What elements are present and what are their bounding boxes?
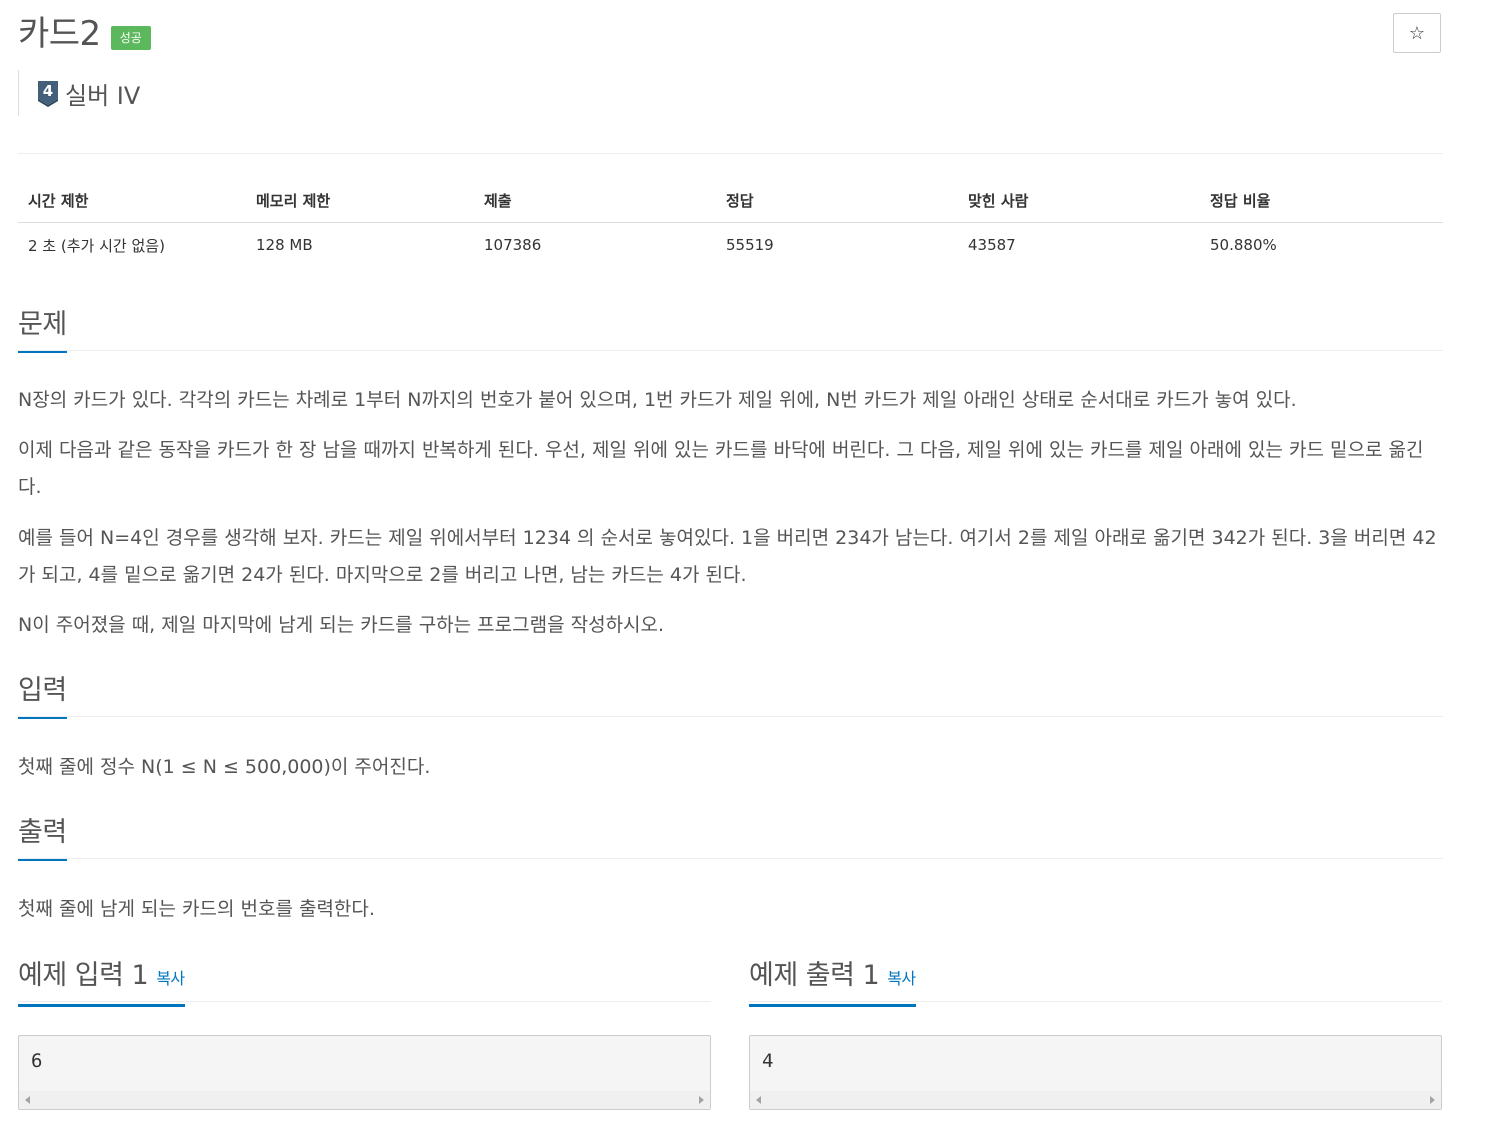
tier-label[interactable]: 실버 IV bbox=[65, 76, 140, 111]
header-solved-users: 맞힌 사람 bbox=[958, 178, 1200, 223]
time-limit-value: 2 초 (추가 시간 없음) bbox=[28, 236, 165, 255]
copy-input-button[interactable]: 복사 bbox=[156, 969, 185, 988]
status-badge: 성공 bbox=[110, 26, 151, 50]
divider bbox=[18, 153, 1443, 154]
solved-users-value[interactable]: 43587 bbox=[958, 223, 1200, 268]
section-input-title: 입력 bbox=[18, 672, 67, 719]
problem-paragraph-2: 이제 다음과 같은 동작을 카드가 한 장 남을 때까지 반복하게 된다. 우선… bbox=[18, 439, 1424, 498]
table-header-row: 시간 제한 메모리 제한 제출 정답 맞힌 사람 정답 비율 bbox=[18, 178, 1443, 223]
header-time-limit: 시간 제한 bbox=[18, 178, 246, 223]
header-memory-limit: 메모리 제한 bbox=[246, 178, 474, 223]
horizontal-scrollbar[interactable] bbox=[750, 1091, 1441, 1109]
problem-paragraph-3: 예를 들어 N=4인 경우를 생각해 보자. 카드는 제일 위에서부터 1234… bbox=[18, 527, 1437, 586]
section-divider bbox=[18, 350, 1443, 351]
problem-paragraph-1: N장의 카드가 있다. 각각의 카드는 차례로 1부터 N까지의 번호가 붙어 … bbox=[18, 389, 1297, 411]
header-accepted: 정답 bbox=[716, 178, 958, 223]
input-description: 첫째 줄에 정수 N(1 ≤ N ≤ 500,000)이 주어진다. bbox=[18, 756, 431, 778]
section-output-header: 출력 bbox=[18, 814, 1443, 861]
section-divider bbox=[18, 858, 1443, 859]
section-problem-header: 문제 bbox=[18, 306, 1443, 353]
silver-tier-icon: 4 bbox=[38, 81, 58, 107]
scroll-right-icon[interactable] bbox=[1430, 1096, 1435, 1104]
sample-output-title-wrap: 예제 출력 1 복사 bbox=[749, 957, 916, 1007]
star-icon: ☆ bbox=[1408, 22, 1426, 44]
section-output-title: 출력 bbox=[18, 814, 67, 861]
scroll-left-icon[interactable] bbox=[756, 1096, 761, 1104]
tier-number: 4 bbox=[43, 82, 53, 100]
accepted-value: 55519 bbox=[726, 236, 774, 254]
problem-page: 카드2 성공 ☆ 4 실버 IV 시간 제한 메모리 제한 제출 정답 맞힌 사… bbox=[0, 0, 1498, 1131]
sample-output-box[interactable]: 4 bbox=[749, 1035, 1442, 1110]
sample-input-title: 예제 입력 1 bbox=[18, 960, 149, 991]
memory-limit-value: 128 MB bbox=[256, 236, 313, 254]
section-problem-title: 문제 bbox=[18, 306, 67, 353]
accept-ratio-value: 50.880% bbox=[1210, 236, 1277, 254]
sample-output-value: 4 bbox=[762, 1050, 774, 1072]
scroll-left-icon[interactable] bbox=[25, 1096, 30, 1104]
problem-title: 카드2 bbox=[18, 14, 101, 54]
problem-paragraph-4: N이 주어졌을 때, 제일 마지막에 남게 되는 카드를 구하는 프로그램을 작… bbox=[18, 614, 665, 636]
header-accept-ratio: 정답 비율 bbox=[1200, 178, 1443, 223]
horizontal-scrollbar[interactable] bbox=[19, 1091, 710, 1109]
tier-info: 4 실버 IV bbox=[18, 70, 140, 116]
section-divider bbox=[18, 1001, 711, 1002]
output-description: 첫째 줄에 남게 되는 카드의 번호를 출력한다. bbox=[18, 898, 375, 920]
sample-input-value: 6 bbox=[31, 1050, 43, 1072]
sample-input-header: 예제 입력 1 복사 bbox=[18, 957, 711, 1007]
section-input-header: 입력 bbox=[18, 672, 1443, 719]
submissions-value[interactable]: 107386 bbox=[474, 223, 716, 268]
sample-input-title-wrap: 예제 입력 1 복사 bbox=[18, 957, 185, 1007]
copy-output-button[interactable]: 복사 bbox=[887, 969, 916, 988]
favorite-button[interactable]: ☆ bbox=[1393, 13, 1441, 53]
sample-output-header: 예제 출력 1 복사 bbox=[749, 957, 1442, 1007]
section-divider bbox=[749, 1001, 1442, 1002]
sample-output-title: 예제 출력 1 bbox=[749, 960, 880, 991]
table-row: 2 초 (추가 시간 없음) 128 MB 107386 55519 43587… bbox=[18, 223, 1443, 268]
header-submissions: 제출 bbox=[474, 178, 716, 223]
scroll-right-icon[interactable] bbox=[699, 1096, 704, 1104]
sample-input-box[interactable]: 6 bbox=[18, 1035, 711, 1110]
problem-info-table: 시간 제한 메모리 제한 제출 정답 맞힌 사람 정답 비율 2 초 (추가 시… bbox=[18, 178, 1443, 267]
problem-header: 카드2 성공 bbox=[18, 14, 151, 54]
section-divider bbox=[18, 716, 1443, 717]
